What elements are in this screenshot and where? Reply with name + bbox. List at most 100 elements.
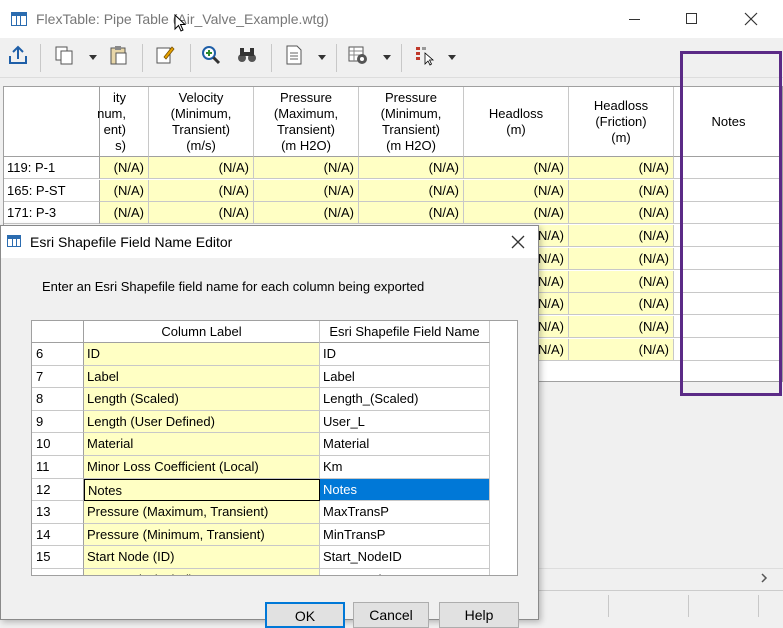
filter-button[interactable]	[414, 44, 440, 70]
notes-cell[interactable]	[674, 315, 782, 338]
mouse-cursor-icon	[174, 14, 186, 32]
column-header-line: Headloss	[488, 105, 544, 121]
grid-cell[interactable]: (N/A)	[254, 157, 359, 179]
paste-button[interactable]	[107, 44, 133, 70]
close-window-button[interactable]	[728, 6, 774, 32]
grid-cell[interactable]: (N/A)	[569, 338, 674, 361]
grid-cell[interactable]: (N/A)	[569, 315, 674, 338]
notes-cell[interactable]	[674, 270, 782, 293]
column-header[interactable]: Pressure (Minimum, Transient) (m H2O)	[359, 87, 464, 157]
table-row[interactable]: 6 ID ID	[32, 343, 490, 366]
grid-cell[interactable]: (N/A)	[569, 225, 674, 248]
grid-cell[interactable]: (N/A)	[254, 202, 359, 225]
grid-cell[interactable]: (N/A)	[569, 179, 674, 202]
column-header[interactable]: Headloss (Friction) (m)	[569, 87, 674, 157]
field-name-cell[interactable]: Km	[320, 456, 490, 479]
table-row[interactable]: 13 Pressure (Maximum, Transient) MaxTransP	[32, 501, 490, 524]
edit-icon	[156, 46, 175, 64]
shapefile-field-name-editor-dialog: Esri Shapefile Field Name Editor Enter a…	[0, 225, 539, 628]
field-name-cell[interactable]: MinTransP	[320, 523, 490, 547]
minimize-button[interactable]	[612, 6, 658, 32]
maximize-button[interactable]	[668, 6, 714, 32]
help-button[interactable]: Help	[439, 602, 519, 628]
field-name-cell[interactable]: Start_NodeID	[320, 546, 490, 569]
grid-cell[interactable]: (N/A)	[569, 293, 674, 316]
edit-button[interactable]	[154, 44, 180, 70]
grid-cell[interactable]: (N/A)	[464, 157, 569, 179]
table-row[interactable]: 8 Length (Scaled) Length_(Scaled)	[32, 388, 490, 411]
grid-cell[interactable]: (N/A)	[569, 270, 674, 293]
table-row[interactable]: 7 Label Label	[32, 365, 490, 389]
notes-cell[interactable]	[674, 293, 782, 316]
grid-cell[interactable]: (N/A)	[569, 247, 674, 270]
ok-button[interactable]: OK	[265, 602, 345, 628]
scroll-right-arrow-icon[interactable]	[758, 572, 770, 584]
report-dropdown-caret[interactable]	[318, 55, 326, 60]
horizontal-scrollbar[interactable]	[538, 568, 783, 588]
field-name-cell[interactable]: Notes	[320, 478, 490, 502]
field-name-cell[interactable]: Length_(Scaled)	[320, 388, 490, 411]
table-row[interactable]: 15 Start Node (ID) Start_NodeID	[32, 546, 490, 569]
row-header[interactable]: 171: P-3	[4, 202, 100, 225]
dialog-close-button[interactable]	[501, 230, 535, 254]
find-button[interactable]	[236, 44, 262, 70]
column-header-line: (Minimum,	[170, 105, 232, 121]
notes-cell[interactable]	[674, 225, 782, 248]
notes-cell[interactable]	[674, 338, 782, 361]
grid-cell[interactable]: (N/A)	[569, 157, 674, 179]
column-header-line: Pressure	[384, 89, 437, 105]
table-row[interactable]: 9 Length (User Defined) User_L	[32, 410, 490, 434]
column-label-cell: Material	[84, 433, 320, 456]
notes-cell[interactable]	[674, 179, 782, 202]
notes-cell[interactable]	[674, 202, 782, 225]
grid-cell[interactable]: (N/A)	[359, 179, 464, 202]
grid-cell[interactable]: (N/A)	[254, 179, 359, 202]
field-name-cell[interactable]: User_L	[320, 410, 490, 434]
table-row[interactable]: 16Start Node (Label)Start_Node	[32, 569, 490, 575]
grid-cell[interactable]: (N/A)	[149, 157, 254, 179]
column-label-header: Column Label	[84, 321, 320, 343]
cancel-button[interactable]: Cancel	[353, 602, 429, 628]
copy-icon	[55, 46, 73, 65]
row-header[interactable]: 119: P-1	[4, 157, 100, 179]
options-button[interactable]	[347, 44, 373, 70]
grid-cell[interactable]: (N/A)	[149, 202, 254, 225]
grid-cell[interactable]: (N/A)	[359, 157, 464, 179]
copy-dropdown-caret[interactable]	[89, 55, 97, 60]
field-name-cell[interactable]: Start_Node	[320, 569, 490, 575]
copy-button[interactable]	[53, 44, 79, 70]
grid-cell[interactable]: (N/A)	[100, 202, 149, 225]
grid-cell[interactable]: (N/A)	[100, 157, 149, 179]
filter-dropdown-caret[interactable]	[448, 55, 456, 60]
zoom-button[interactable]	[200, 44, 226, 70]
column-header[interactable]: ity num, ent) s)	[97, 87, 149, 157]
field-name-cell[interactable]: Material	[320, 433, 490, 456]
field-name-cell[interactable]: Label	[320, 365, 490, 389]
field-name-cell[interactable]: MaxTransP	[320, 501, 490, 524]
export-button[interactable]	[7, 44, 33, 70]
column-header-line: Notes	[711, 113, 746, 129]
grid-cell[interactable]: (N/A)	[100, 179, 149, 202]
column-header[interactable]: Headloss (m)	[464, 87, 569, 157]
table-row[interactable]: 14 Pressure (Minimum, Transient) MinTransP	[32, 523, 490, 547]
notes-cell[interactable]	[674, 247, 782, 270]
grid-cell[interactable]: (N/A)	[464, 202, 569, 225]
options-dropdown-caret[interactable]	[383, 55, 391, 60]
dialog-title: Esri Shapefile Field Name Editor	[30, 234, 233, 250]
column-label-cell: Start Node (ID)	[84, 546, 320, 569]
column-header[interactable]: Velocity (Minimum, Transient) (m/s)	[149, 87, 254, 157]
column-header[interactable]: Pressure (Maximum, Transient) (m H2O)	[254, 87, 359, 157]
field-name-cell[interactable]: ID	[320, 343, 490, 366]
report-button[interactable]	[283, 44, 309, 70]
row-header[interactable]: 165: P-ST	[4, 179, 100, 202]
table-row[interactable]: 12 Notes Notes	[32, 478, 490, 502]
table-row[interactable]: 10 Material Material	[32, 433, 490, 456]
notes-cell[interactable]	[674, 157, 782, 179]
grid-cell[interactable]: (N/A)	[149, 179, 254, 202]
grid-cell[interactable]: (N/A)	[464, 179, 569, 202]
table-row[interactable]: 11 Minor Loss Coefficient (Local) Km	[32, 456, 490, 479]
field-name-table[interactable]: Column Label Esri Shapefile Field Name 6…	[31, 320, 518, 576]
grid-cell[interactable]: (N/A)	[359, 202, 464, 225]
grid-cell[interactable]: (N/A)	[569, 202, 674, 225]
column-header[interactable]: Notes	[674, 87, 782, 157]
